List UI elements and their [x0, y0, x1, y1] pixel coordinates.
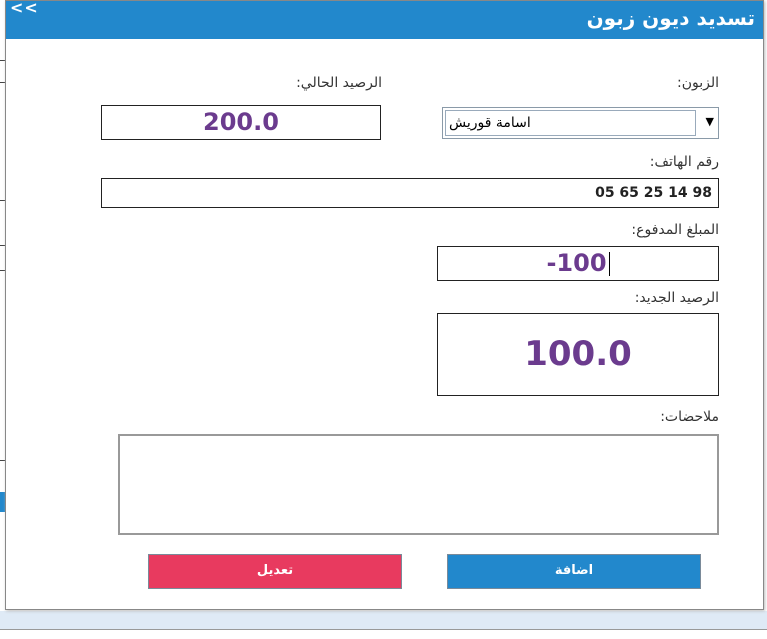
paid-amount-label: المبلغ المدفوع: — [631, 222, 719, 238]
current-balance-label: الرصيد الحالي: — [296, 75, 382, 91]
notes-textarea[interactable] — [118, 434, 719, 535]
phone-label: رقم الهاتف: — [649, 154, 719, 170]
paid-amount-value: -100 — [546, 249, 607, 277]
back-button[interactable]: << — [10, 0, 39, 17]
new-balance-field: 100.0 — [437, 313, 719, 396]
paid-amount-input[interactable]: -100 — [437, 246, 719, 281]
customer-value: اسامة قوريش — [445, 110, 696, 136]
status-strip — [0, 611, 767, 630]
customer-select[interactable]: اسامة قوريش ▼ — [442, 107, 719, 139]
edit-button[interactable]: تعديل — [148, 554, 402, 589]
phone-field[interactable]: 05 65 25 14 98 — [101, 178, 719, 208]
pay-debt-dialog: << تسديد ديون زبون الزبون: الرصيد الحالي… — [5, 0, 764, 610]
add-button[interactable]: اضافة — [447, 554, 701, 589]
chevron-down-icon[interactable]: ▼ — [706, 115, 714, 128]
new-balance-label: الرصيد الجديد: — [634, 290, 719, 306]
title-bar: << تسديد ديون زبون — [6, 0, 763, 39]
notes-label: ملاحضات: — [660, 409, 719, 425]
dialog-title: تسديد ديون زبون — [586, 6, 755, 30]
text-cursor — [608, 252, 610, 276]
customer-label: الزبون: — [676, 75, 719, 91]
current-balance-field: 200.0 — [101, 105, 381, 140]
